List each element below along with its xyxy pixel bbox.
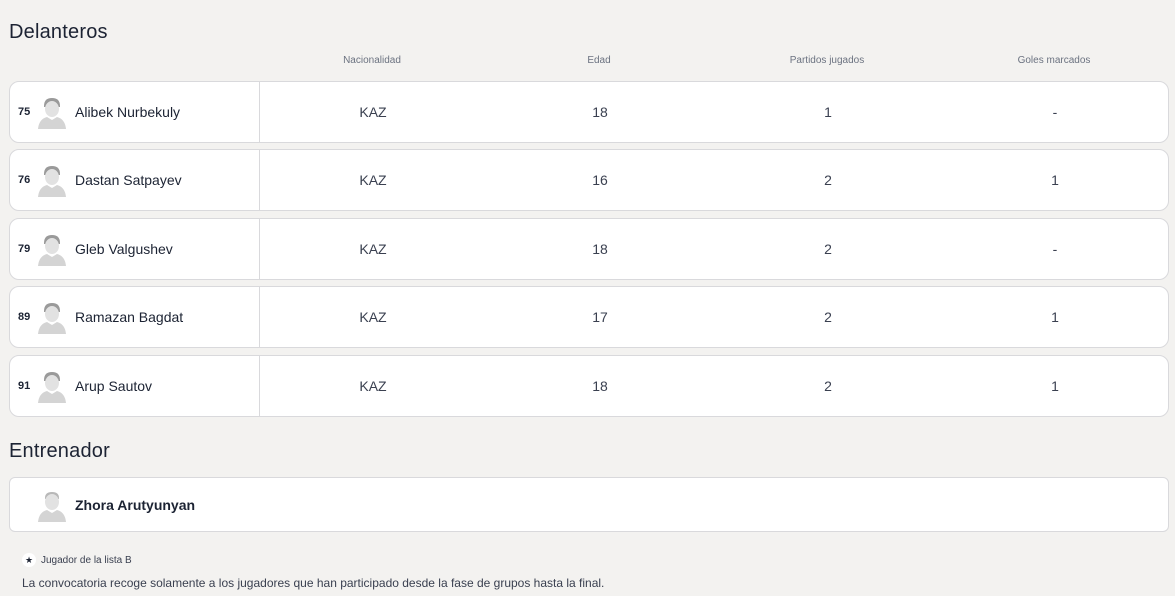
player-nationality: KAZ (359, 104, 387, 120)
player-age: 16 (592, 172, 608, 188)
player-row[interactable]: 91 Arup Sautov KAZ 18 2 1 (9, 355, 1169, 417)
player-goals: 1 (1051, 172, 1059, 188)
player-name[interactable]: Arup Sautov (75, 378, 152, 394)
player-goals: - (1052, 104, 1058, 120)
player-number: 76 (18, 174, 31, 186)
player-row[interactable]: 75 Alibek Nurbekuly KAZ 18 1 - (9, 81, 1169, 143)
player-goals: 1 (1051, 378, 1059, 394)
player-avatar-icon (38, 166, 66, 197)
player-identity[interactable]: 89 Ramazan Bagdat (10, 287, 260, 347)
section-title-forwards: Delanteros (9, 21, 108, 43)
player-avatar-icon (38, 235, 66, 266)
player-name[interactable]: Dastan Satpayev (75, 172, 182, 188)
player-nationality: KAZ (359, 241, 387, 257)
player-avatar-icon (38, 98, 66, 129)
player-matches: 2 (824, 309, 832, 325)
player-avatar-icon (38, 303, 66, 334)
player-identity[interactable]: 91 Arup Sautov (10, 356, 260, 416)
player-name[interactable]: Gleb Valgushev (75, 241, 173, 257)
player-row[interactable]: 76 Dastan Satpayev KAZ 16 2 1 (9, 149, 1169, 211)
coach-row[interactable]: Zhora Arutyunyan (9, 477, 1169, 532)
player-identity[interactable]: 75 Alibek Nurbekuly (10, 82, 260, 142)
section-title-coach: Entrenador (9, 440, 110, 462)
column-header-goals: Goles marcados (1017, 55, 1091, 66)
column-header-matches: Partidos jugados (789, 55, 865, 66)
player-nationality: KAZ (359, 378, 387, 394)
player-identity[interactable]: 76 Dastan Satpayev (10, 150, 260, 210)
player-goals: - (1052, 241, 1058, 257)
legend-text: Jugador de la lista B (41, 554, 132, 566)
player-identity[interactable]: 79 Gleb Valgushev (10, 219, 260, 279)
column-header-age: Edad (587, 55, 611, 66)
player-age: 18 (592, 378, 608, 394)
player-number: 91 (18, 380, 31, 392)
player-row[interactable]: 79 Gleb Valgushev KAZ 18 2 - (9, 218, 1169, 280)
player-avatar-icon (38, 372, 66, 403)
column-headers: Nacionalidad Edad Partidos jugados Goles… (0, 55, 1175, 69)
legend: ★ Jugador de la lista B (22, 553, 132, 567)
player-matches: 2 (824, 172, 832, 188)
player-age: 17 (592, 309, 608, 325)
player-number: 75 (18, 106, 31, 118)
player-age: 18 (592, 241, 608, 257)
coach-name[interactable]: Zhora Arutyunyan (75, 497, 195, 513)
player-name[interactable]: Alibek Nurbekuly (75, 104, 180, 120)
player-row[interactable]: 89 Ramazan Bagdat KAZ 17 2 1 (9, 286, 1169, 348)
player-name[interactable]: Ramazan Bagdat (75, 309, 183, 325)
player-number: 79 (18, 243, 31, 255)
coach-avatar-icon (38, 491, 66, 522)
player-matches: 1 (824, 104, 832, 120)
player-age: 18 (592, 104, 608, 120)
player-number: 89 (18, 311, 31, 323)
footnote: La convocatoria recoge solamente a los j… (22, 576, 605, 590)
column-header-nationality: Nacionalidad (343, 55, 401, 66)
player-matches: 2 (824, 241, 832, 257)
player-nationality: KAZ (359, 172, 387, 188)
player-goals: 1 (1051, 309, 1059, 325)
star-icon: ★ (22, 553, 36, 567)
player-matches: 2 (824, 378, 832, 394)
player-nationality: KAZ (359, 309, 387, 325)
